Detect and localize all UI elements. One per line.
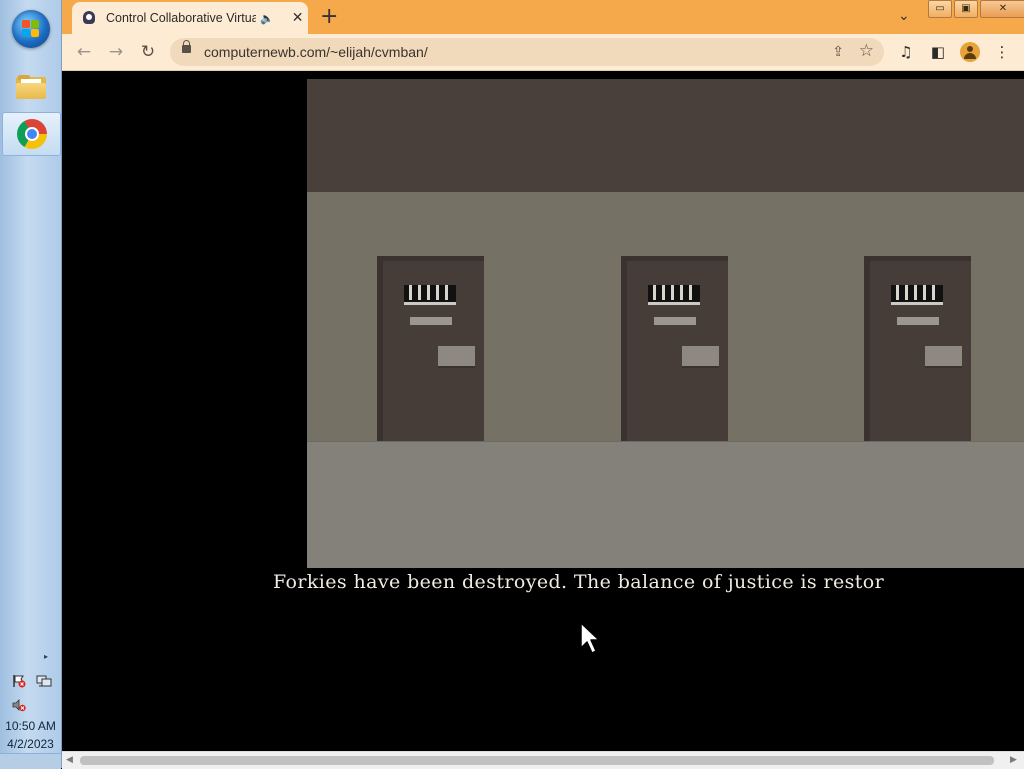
minimize-button[interactable]: ▭ (928, 0, 952, 18)
action-center-flag-icon[interactable] (12, 674, 26, 688)
address-bar[interactable]: computernewb.com/~elijah/cvmban/ ⇪ ☆ (170, 38, 884, 66)
scrollbar-thumb[interactable] (80, 756, 994, 765)
door-window-bars (404, 285, 456, 305)
tab-title: Control Collaborative Virtual (106, 11, 256, 25)
media-control-icon[interactable]: ♫ (896, 43, 916, 61)
browser-tab-active[interactable]: Control Collaborative Virtual 🔈 ✕ (72, 2, 308, 34)
door-food-slot (682, 346, 719, 368)
page-viewport: Forkies have been destroyed. The balance… (62, 71, 1024, 751)
profile-avatar-icon[interactable] (960, 42, 980, 62)
tray-expand-icon[interactable]: ▸ (44, 652, 48, 661)
volume-muted-icon[interactable] (12, 698, 26, 712)
show-desktop-button[interactable] (0, 753, 61, 769)
tab-strip: Control Collaborative Virtual 🔈 ✕ + ⌄ ▭ … (62, 0, 1024, 34)
door-nameplate (410, 317, 452, 325)
scroll-left-icon[interactable]: ◀ (66, 755, 73, 765)
taskbar-chrome[interactable] (2, 112, 61, 156)
close-window-button[interactable]: ✕ (980, 0, 1024, 18)
bookmark-star-icon[interactable]: ☆ (859, 41, 874, 61)
window-controls: ▭ ▣ ✕ (928, 0, 1024, 18)
url-text[interactable]: computernewb.com/~elijah/cvmban/ (204, 44, 428, 60)
browser-menu-icon[interactable]: ⋮ (992, 43, 1012, 61)
file-explorer-icon (15, 75, 46, 99)
tab-search-chevron-icon[interactable]: ⌄ (898, 8, 910, 24)
door-food-slot (925, 346, 962, 368)
restore-button[interactable]: ▣ (954, 0, 978, 18)
door-food-slot (438, 346, 475, 368)
door-nameplate (897, 317, 939, 325)
tab-audio-icon[interactable]: 🔈 (260, 12, 274, 25)
scene-ceiling (307, 79, 1024, 192)
new-tab-button[interactable]: + (320, 6, 338, 28)
cell-door (621, 256, 728, 442)
door-nameplate (654, 317, 696, 325)
clock-date[interactable]: 4/2/2023 (0, 737, 61, 751)
scroll-right-icon[interactable]: ▶ (1010, 755, 1017, 765)
browser-window: Control Collaborative Virtual 🔈 ✕ + ⌄ ▭ … (62, 0, 1024, 769)
site-favicon-icon (82, 11, 96, 25)
windows-start-button[interactable] (12, 10, 50, 48)
lock-icon[interactable] (182, 40, 191, 53)
scene-floor (307, 441, 1024, 568)
reload-button[interactable]: ↻ (138, 42, 158, 62)
clock-time[interactable]: 10:50 AM (0, 719, 61, 733)
tab-close-icon[interactable]: ✕ (292, 10, 304, 26)
dialog-text: Forkies have been destroyed. The balance… (273, 571, 885, 593)
side-panel-icon[interactable]: ◧ (928, 43, 948, 61)
cell-door (377, 256, 484, 442)
chrome-icon (16, 119, 47, 149)
taskbar-file-explorer[interactable] (2, 66, 59, 108)
forward-button[interactable]: → (106, 42, 126, 62)
horizontal-scrollbar[interactable]: ◀ ▶ (62, 751, 1024, 769)
game-scene[interactable] (307, 79, 1024, 568)
door-window-bars (648, 285, 700, 305)
network-icon[interactable] (36, 674, 52, 688)
cell-door (864, 256, 971, 442)
door-window-bars (891, 285, 943, 305)
share-icon[interactable]: ⇪ (832, 43, 844, 60)
windows-flag-icon (22, 20, 40, 38)
back-button[interactable]: ← (74, 42, 94, 62)
taskbar: ▸ 10:50 AM 4/2/2023 (0, 0, 62, 769)
browser-toolbar: ← → ↻ computernewb.com/~elijah/cvmban/ ⇪… (62, 34, 1024, 71)
